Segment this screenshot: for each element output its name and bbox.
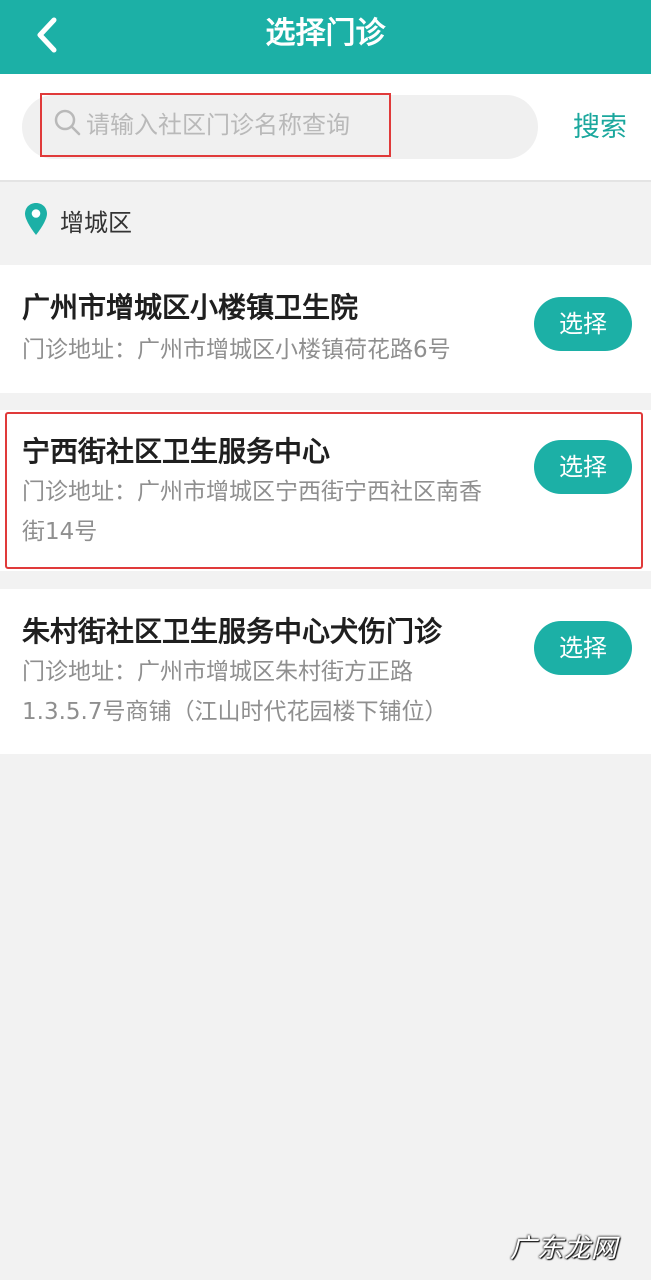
clinic-address: 门诊地址：广州市增城区小楼镇荷花路6号 [22,337,451,363]
select-button[interactable]: 选择 [534,621,632,675]
select-button[interactable]: 选择 [534,297,632,351]
clinic-address: 门诊地址：广州市增城区朱村街方正路1.3.5.7号商铺（江山时代花园楼下铺位） [22,659,448,725]
clinic-name: 朱村街社区卫生服务中心犬伤门诊 [22,615,443,648]
search-button[interactable]: 搜索 [560,104,640,152]
clinic-highlight-box [5,412,643,569]
district-label: 增城区 [60,209,132,237]
search-highlight-box [40,93,391,157]
page-title: 选择门诊 [265,16,386,51]
clinic-name: 广州市增城区小楼镇卫生院 [22,291,359,324]
watermark-text: 广东龙网 [510,1234,619,1264]
location-pin-icon [25,203,47,235]
